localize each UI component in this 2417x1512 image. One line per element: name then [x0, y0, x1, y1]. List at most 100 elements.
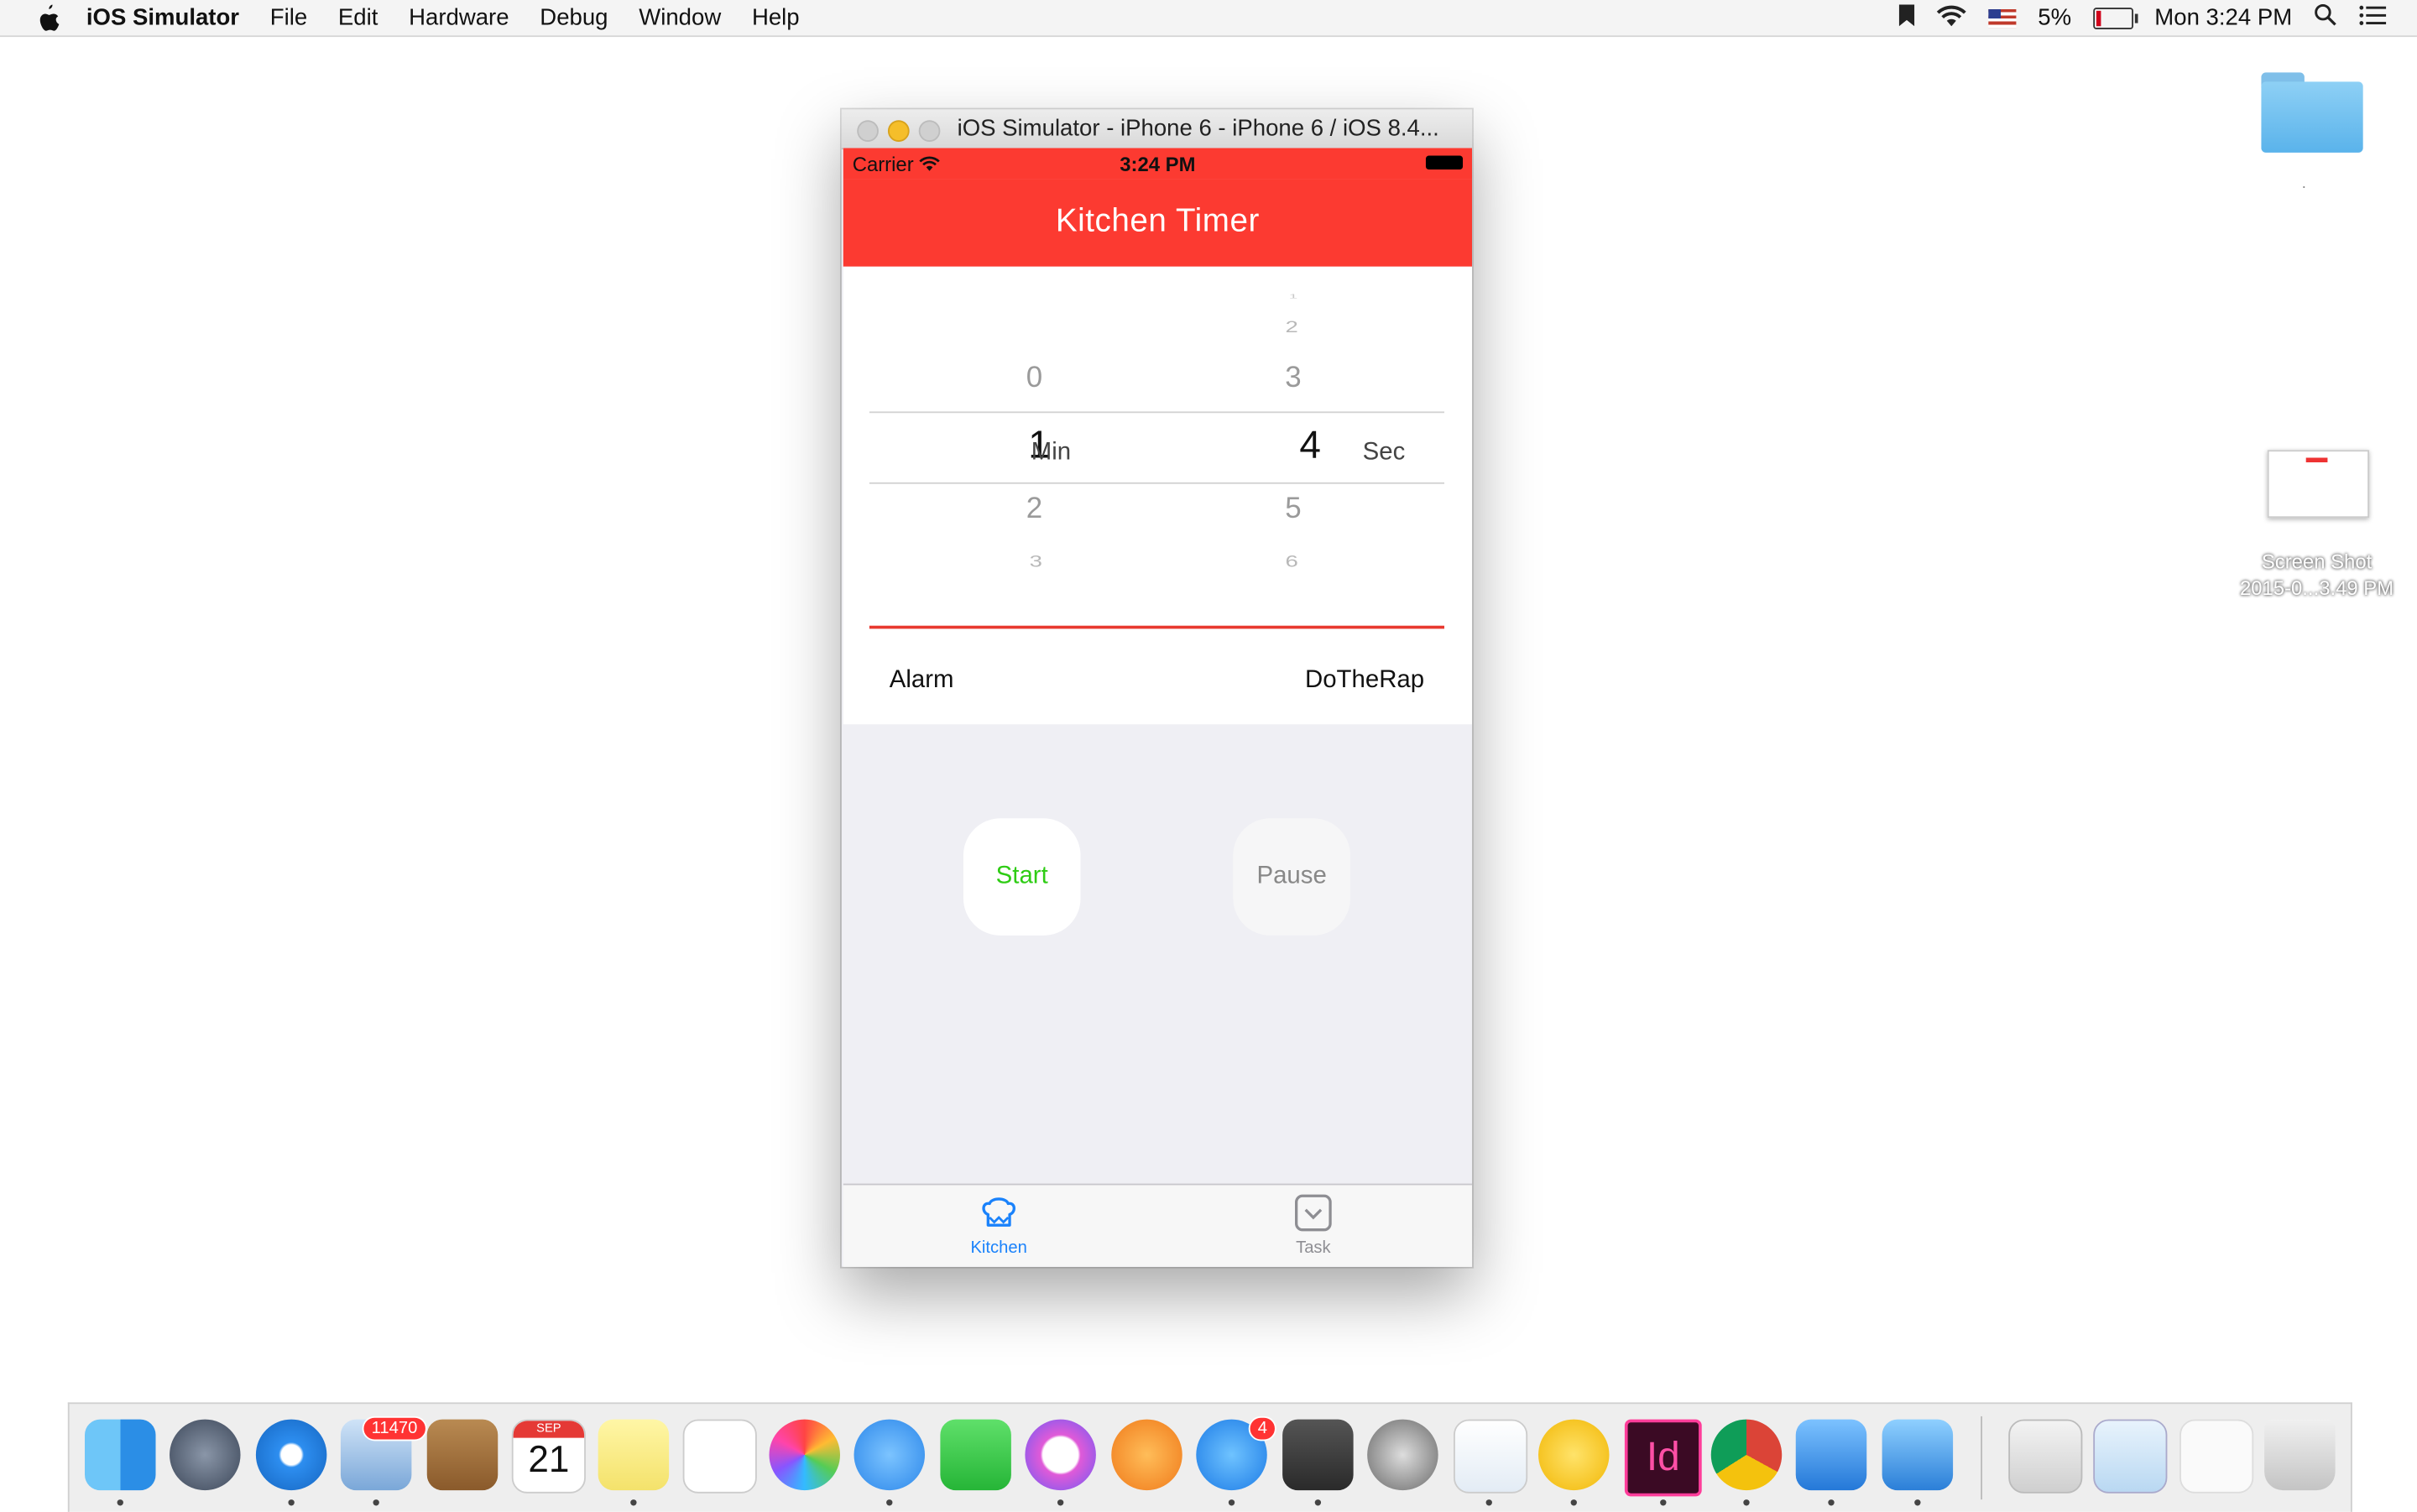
seconds-selected[interactable]: 4	[1279, 424, 1340, 468]
checkbox-icon	[1295, 1194, 1332, 1232]
launchpad-icon[interactable]	[170, 1419, 241, 1491]
running-indicator	[1660, 1499, 1667, 1506]
minutes-option[interactable]: 3	[1005, 553, 1067, 571]
tab-task-label: Task	[1296, 1238, 1331, 1258]
screenshot-caption-line2: 2015-0...3.49 PM	[2239, 576, 2394, 600]
minutes-unit-label: Min	[1031, 439, 1072, 466]
spotlight-search-icon[interactable]	[2314, 3, 2337, 33]
safari-icon[interactable]	[255, 1419, 327, 1491]
status-time: 3:24 PM	[1120, 152, 1196, 176]
menu-hardware[interactable]: Hardware	[409, 5, 509, 31]
seconds-option[interactable]: 1	[1262, 294, 1323, 300]
alarm-sound-value[interactable]: DoTheRap	[1305, 667, 1424, 695]
seconds-option[interactable]: 5	[1262, 493, 1323, 527]
seconds-option[interactable]: 3	[1262, 362, 1323, 396]
minutes-option[interactable]: 0	[1004, 362, 1065, 396]
menu-window[interactable]: Window	[639, 5, 721, 31]
pause-button[interactable]: Pause	[1233, 818, 1350, 936]
menu-clock[interactable]: Mon 3:24 PM	[2154, 5, 2292, 31]
start-button[interactable]: Start	[963, 818, 1081, 936]
running-indicator	[1057, 1499, 1064, 1506]
tab-bar: Kitchen Task	[843, 1183, 1473, 1267]
seconds-option[interactable]: 6	[1261, 553, 1322, 571]
reminders-icon[interactable]	[682, 1419, 757, 1494]
menu-help[interactable]: Help	[752, 5, 800, 31]
cyberduck-icon[interactable]	[1538, 1419, 1610, 1491]
document-stack-icon[interactable]	[2008, 1419, 2083, 1494]
downloads-stack-icon[interactable]	[2179, 1419, 2254, 1494]
tab-kitchen[interactable]: Kitchen	[937, 1194, 1061, 1258]
running-indicator	[886, 1499, 893, 1506]
apple-icon[interactable]	[31, 1, 65, 34]
tab-kitchen-label: Kitchen	[970, 1238, 1027, 1258]
ios-status-bar: Carrier 3:24 PM	[843, 148, 1473, 180]
ibooks-icon[interactable]	[1111, 1419, 1182, 1491]
alarm-label: Alarm	[889, 667, 954, 694]
system-preferences-icon[interactable]	[1367, 1419, 1438, 1491]
dock: 11470 SEP 21 4 Id	[67, 1402, 2352, 1512]
calendar-month: SEP	[513, 1421, 585, 1438]
running-indicator	[1485, 1499, 1492, 1506]
menu-file[interactable]: File	[270, 5, 307, 31]
chef-hat-icon	[982, 1197, 1015, 1227]
simulator-window: iOS Simulator - iPhone 6 - iPhone 6 / iO…	[841, 109, 1473, 1267]
desktop-screenshot-caption[interactable]: Screen Shot 2015-0...3.49 PM	[2220, 549, 2414, 601]
menu-app-name[interactable]: iOS Simulator	[86, 5, 239, 31]
wifi-icon[interactable]	[1936, 4, 1967, 32]
battery-icon[interactable]	[2092, 7, 2138, 29]
minutes-option[interactable]: 2	[1004, 493, 1065, 527]
red-divider	[869, 625, 1444, 629]
battery-percent[interactable]: 5%	[2038, 5, 2071, 31]
menu-edit[interactable]: Edit	[338, 5, 378, 31]
seconds-option[interactable]: 2	[1261, 318, 1322, 336]
zoom-window-button[interactable]	[918, 120, 941, 142]
tab-task[interactable]: Task	[1251, 1194, 1375, 1258]
running-indicator	[1914, 1499, 1921, 1506]
file-stack-icon[interactable]	[2093, 1419, 2168, 1494]
notification-center-icon[interactable]	[2358, 4, 2387, 32]
dock-separator	[1981, 1416, 1982, 1500]
menu-debug[interactable]: Debug	[540, 5, 608, 31]
notes-icon[interactable]	[598, 1419, 670, 1491]
minimize-window-button[interactable]	[887, 120, 910, 142]
desktop-folder-icon[interactable]	[2261, 72, 2363, 153]
seconds-unit-label: Sec	[1362, 439, 1406, 466]
xcode-icon[interactable]	[1795, 1419, 1867, 1491]
picker-selection-bottom-line	[869, 482, 1444, 484]
calendar-day: 21	[528, 1439, 570, 1482]
photos-icon[interactable]	[769, 1419, 841, 1491]
running-indicator	[1743, 1499, 1750, 1506]
contacts-icon[interactable]	[426, 1419, 499, 1491]
mail-badge: 11470	[362, 1416, 427, 1442]
running-indicator	[117, 1499, 123, 1506]
sublime-text-icon[interactable]	[1282, 1419, 1354, 1491]
input-source-flag-icon[interactable]	[1988, 8, 2017, 28]
calendar-icon[interactable]: SEP 21	[511, 1419, 586, 1494]
trash-icon[interactable]	[2264, 1419, 2336, 1491]
running-indicator	[1570, 1499, 1577, 1506]
window-title: iOS Simulator - iPhone 6 - iPhone 6 / iO…	[957, 115, 1439, 142]
running-indicator	[1828, 1499, 1835, 1506]
window-titlebar[interactable]: iOS Simulator - iPhone 6 - iPhone 6 / iO…	[841, 109, 1473, 150]
picker-selection-top-line	[869, 411, 1444, 414]
running-indicator	[630, 1499, 637, 1506]
facetime-icon[interactable]	[940, 1419, 1011, 1491]
indesign-icon[interactable]: Id	[1624, 1419, 1702, 1497]
desktop-screenshot-file-icon[interactable]	[2267, 450, 2370, 519]
itunes-icon[interactable]	[1025, 1419, 1096, 1491]
running-indicator	[1314, 1499, 1322, 1506]
status-battery-icon	[1425, 155, 1464, 170]
pages-icon[interactable]	[1454, 1419, 1528, 1494]
finder-icon[interactable]	[85, 1419, 156, 1491]
bookmark-icon[interactable]	[1898, 3, 1915, 32]
nav-title: Kitchen Timer	[1055, 203, 1260, 239]
navigation-bar: Kitchen Timer	[843, 179, 1473, 267]
iphone-screen: Carrier 3:24 PM Kitchen Timer 0 1 Min 2 …	[843, 148, 1473, 1267]
menu-bar: iOS Simulator File Edit Hardware Debug W…	[0, 0, 2417, 38]
ios-simulator-icon[interactable]	[1882, 1419, 1954, 1491]
chrome-icon[interactable]	[1710, 1419, 1783, 1491]
app-store-badge: 4	[1248, 1416, 1277, 1442]
close-window-button[interactable]	[857, 120, 879, 142]
running-indicator	[288, 1499, 295, 1506]
messages-icon[interactable]	[854, 1419, 926, 1491]
